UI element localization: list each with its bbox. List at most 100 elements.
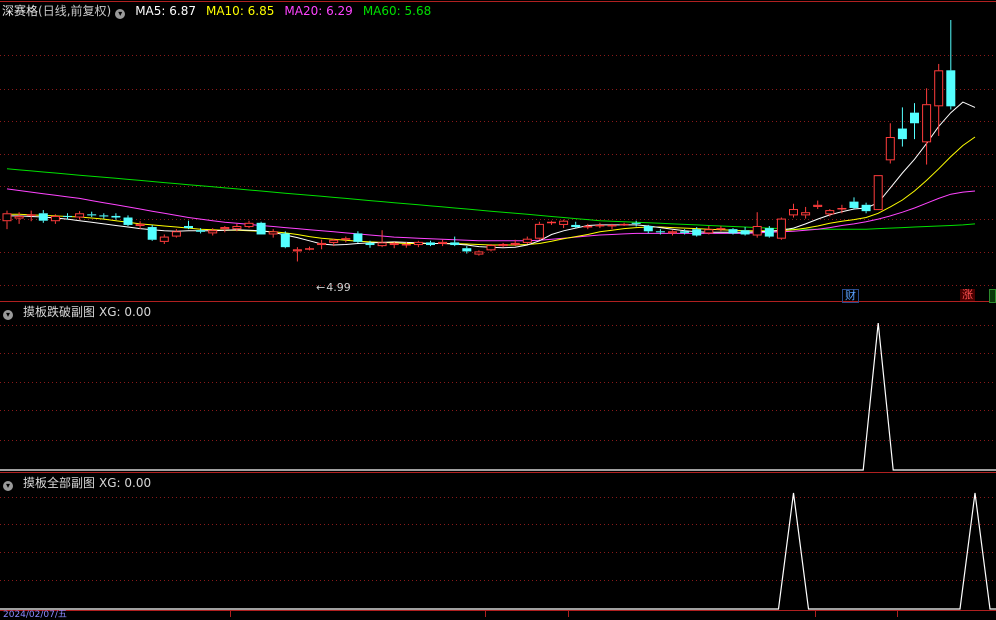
candle-body [135,223,145,226]
sub2-title[interactable]: 摸板全部副图 [23,476,95,490]
sub1-legend: ▾ 摸板跌破副图 XG: 0.00 [3,305,161,320]
candle-body [655,231,665,233]
ma60-label: MA60: 5.68 [362,4,432,18]
candle-body [426,242,435,246]
candle-body [619,223,629,226]
candle-body [99,215,109,217]
sub2-legend: ▾ 摸板全部副图 XG: 0.00 [3,476,161,491]
candle-body [2,213,12,222]
candle-body [607,224,617,227]
candle-body [740,230,750,235]
candle-body [329,239,339,243]
candle-body [498,243,508,247]
candle-body [486,245,496,251]
chart-stage: 深赛格(日线,前复权) ▾ MA5: 6.87 MA10: 6.85 MA20: 6.2… [0,0,996,620]
green-marker-badge[interactable] [989,289,996,303]
candle-body [680,231,690,233]
candle-body [704,229,714,234]
candle-body [522,238,532,243]
candle-body [897,128,907,140]
candle-body [849,201,859,208]
candle-body [353,233,363,242]
date-label: 2024/02/07/五 [3,610,67,620]
candle-body [934,70,944,107]
period-label: (日线,前复权) [38,4,112,18]
candle-body [111,215,121,218]
arrow-left-icon: ← [316,281,326,294]
candle-body [377,242,387,247]
candle-body [147,227,157,240]
candle-body [595,224,605,227]
chevron-down-icon[interactable]: ▾ [115,9,126,19]
candle-body [14,215,24,219]
candle-body [873,175,883,211]
candle-body [583,225,593,228]
chevron-down-icon[interactable]: ▾ [3,481,13,491]
candle-body [365,242,375,246]
candle-body [668,231,677,234]
sub2-value: XG: 0.00 [99,476,152,490]
candle-body [922,104,932,143]
candle-body [292,249,302,252]
candle-body [728,229,738,234]
candle-body [910,112,919,124]
chevron-down-icon[interactable]: ▾ [3,310,13,320]
candle-body [208,230,218,234]
candle-body [776,218,786,239]
candle-body [692,229,702,236]
candle-body [220,227,230,230]
main-legend: 深赛格(日线,前复权) ▾ MA5: 6.87 MA10: 6.85 MA20: 6.2… [2,4,441,19]
candle-body [462,248,472,252]
candle-body [946,70,956,107]
candle-body [510,242,520,246]
candle-body [631,222,641,224]
sub1-title[interactable]: 摸板跌破副图 [23,305,95,319]
xg-line [0,492,996,610]
candle-body [801,212,811,216]
candle-body [716,228,726,230]
candle-body [534,223,544,239]
ma10-label: MA10: 6.85 [205,4,275,18]
candle-body [885,137,895,161]
candle-body [789,209,798,216]
candle-body [171,231,181,237]
candle-body [50,215,60,222]
candle-body [256,222,266,235]
candle-body [280,233,290,248]
candle-body [837,207,847,210]
candle-body [305,248,314,250]
candle-body [825,210,835,215]
candle-body [752,225,762,236]
stock-name[interactable]: 深赛格 [2,4,38,18]
finance-badge[interactable]: 财 [842,289,859,303]
candle-body [559,220,569,225]
candle-body [159,236,169,242]
xg-line [0,322,996,471]
low-marker: ←4.99 [316,281,361,295]
candle-body [450,242,460,246]
low-value: 4.99 [326,281,351,294]
ma60-line [6,168,976,230]
candle-body [438,241,448,244]
candle-body [123,217,133,225]
candle-body [38,213,48,221]
candle-body [341,238,351,240]
candle-body [861,204,871,212]
ma20-label: MA20: 6.29 [284,4,353,18]
candle-body [813,204,823,207]
candle-body [75,213,85,218]
candle-body [244,222,254,228]
candle-body [547,221,556,224]
candle-body [232,225,242,230]
candle-body [26,214,36,216]
up-badge[interactable]: 涨 [960,289,975,301]
candle-body [317,242,327,246]
candle-body [87,214,97,216]
candle-body [389,242,399,246]
candle-body [268,231,278,235]
candle-body [184,225,193,229]
candle-body [413,241,423,246]
candle-body [196,230,206,232]
sub1-value: XG: 0.00 [99,305,152,319]
candle-body [474,251,484,255]
